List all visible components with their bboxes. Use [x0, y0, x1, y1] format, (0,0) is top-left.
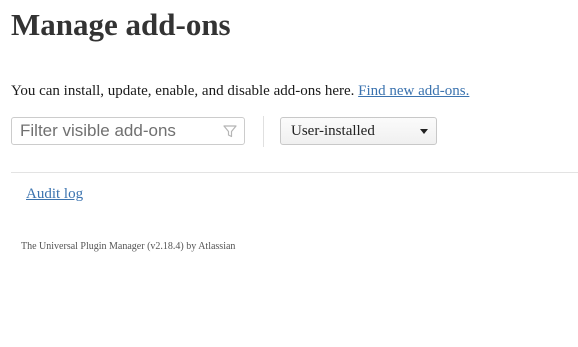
- audit-log-link[interactable]: Audit log: [26, 185, 83, 203]
- addon-view-select-value: User-installed: [291, 123, 375, 139]
- page-title: Manage add-ons: [11, 7, 231, 42]
- intro-text: You can install, update, enable, and dis…: [11, 83, 355, 99]
- intro-paragraph: You can install, update, enable, and dis…: [11, 82, 469, 100]
- toolbar-divider: [263, 116, 264, 147]
- filter-funnel-icon: [223, 125, 237, 138]
- find-new-addons-link[interactable]: Find new add-ons.: [358, 83, 469, 99]
- caret-down-icon: [420, 129, 428, 134]
- footer-text: The Universal Plugin Manager (v2.18.4) b…: [21, 241, 236, 252]
- filter-field[interactable]: [11, 117, 245, 145]
- section-divider: [11, 172, 578, 173]
- addon-view-select[interactable]: User-installed: [280, 117, 437, 145]
- filter-input[interactable]: [12, 118, 230, 144]
